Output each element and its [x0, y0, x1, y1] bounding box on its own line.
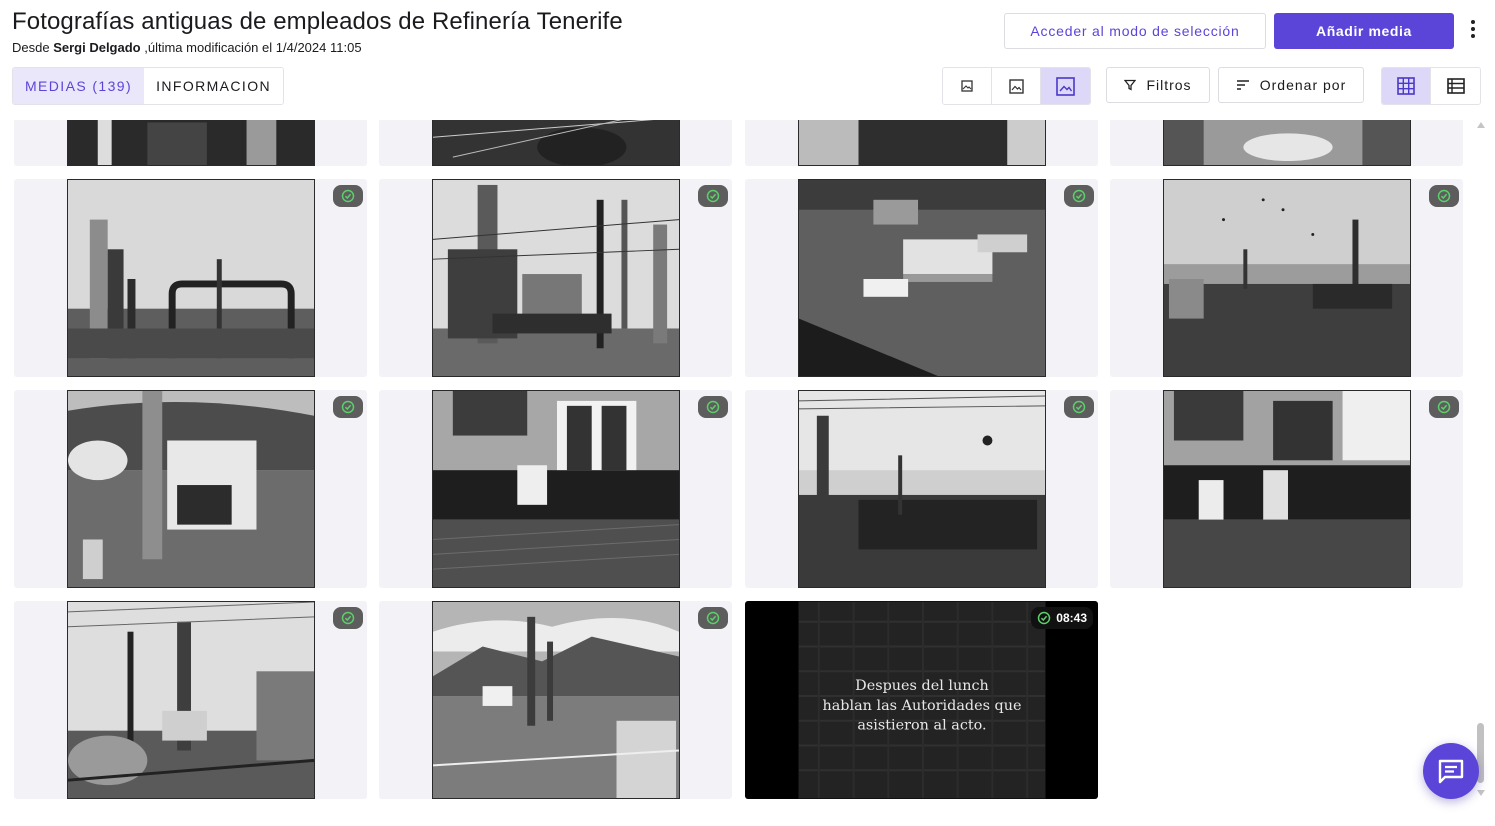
large-image-icon[interactable] — [1041, 68, 1090, 104]
tab-medias[interactable]: MEDIAS (139) — [13, 68, 145, 104]
media-thumbnail[interactable] — [1163, 390, 1411, 588]
check-circle-icon — [1437, 400, 1451, 414]
media-thumbnail[interactable] — [432, 390, 680, 588]
medium-image-icon[interactable] — [992, 68, 1041, 104]
media-collection-page: Fotografías antiguas de empleados de Ref… — [0, 0, 1495, 826]
filters-button[interactable]: Filtros — [1106, 67, 1210, 103]
media-card[interactable] — [14, 179, 367, 377]
media-thumbnail[interactable] — [67, 390, 315, 588]
sort-icon — [1236, 80, 1249, 90]
media-card[interactable] — [379, 390, 732, 588]
media-card[interactable] — [1110, 390, 1463, 588]
list-view-icon[interactable] — [1431, 68, 1480, 104]
grid-view-icon[interactable] — [1382, 68, 1431, 104]
filters-label: Filtros — [1146, 77, 1192, 93]
processed-status-badge — [1064, 396, 1094, 418]
media-thumbnail[interactable] — [798, 120, 1046, 166]
video-duration-badge: 08:43 — [1031, 607, 1093, 629]
processed-status-badge — [1429, 185, 1459, 207]
media-card[interactable] — [379, 179, 732, 377]
add-media-button[interactable]: Añadir media — [1274, 13, 1454, 49]
processed-status-badge — [698, 185, 728, 207]
media-thumbnail[interactable] — [1163, 179, 1411, 377]
filter-icon — [1124, 79, 1137, 91]
check-circle-icon — [341, 400, 355, 414]
check-circle-icon — [341, 189, 355, 203]
sort-label: Ordenar por — [1259, 77, 1347, 93]
modified-date: 1/4/2024 11:05 — [275, 40, 362, 55]
media-thumbnail[interactable] — [67, 601, 315, 799]
media-card[interactable] — [1110, 120, 1463, 166]
video-caption-line: Despues del lunch — [855, 678, 989, 694]
grid-scrollbar[interactable] — [1476, 120, 1486, 800]
check-circle-icon — [1038, 611, 1051, 625]
scroll-down-icon[interactable] — [1477, 790, 1485, 796]
processed-status-badge — [333, 396, 363, 418]
media-card[interactable] — [379, 120, 732, 166]
media-thumbnail[interactable] — [798, 390, 1046, 588]
media-thumbnail[interactable] — [798, 179, 1046, 377]
media-card[interactable] — [14, 120, 367, 166]
page-subtitle: Desde Sergi Delgado ,última modificación… — [12, 40, 362, 55]
media-card[interactable] — [745, 390, 1098, 588]
media-card[interactable] — [379, 601, 732, 799]
check-circle-icon — [706, 400, 720, 414]
media-card[interactable] — [14, 601, 367, 799]
subtitle-prefix: Desde — [12, 40, 50, 55]
processed-status-badge — [1064, 185, 1094, 207]
tab-informacion[interactable]: INFORMACION — [144, 68, 284, 104]
video-caption-line: hablan las Autoridades que — [822, 698, 1021, 714]
processed-status-badge — [333, 185, 363, 207]
media-thumbnail[interactable] — [67, 120, 315, 166]
media-card[interactable] — [745, 179, 1098, 377]
subtitle-middle: ,última modificación el — [144, 40, 273, 55]
chat-icon — [1438, 759, 1464, 784]
selection-mode-button[interactable]: Acceder al modo de selección — [1004, 13, 1266, 49]
media-thumbnail[interactable] — [432, 120, 680, 166]
video-caption-line: asistieron al acto. — [857, 718, 986, 734]
chat-button[interactable] — [1423, 743, 1479, 799]
view-mode-selector — [1381, 67, 1481, 105]
check-circle-icon — [1072, 189, 1086, 203]
media-card[interactable] — [1110, 179, 1463, 377]
check-circle-icon — [706, 611, 720, 625]
processed-status-badge — [1429, 396, 1459, 418]
small-image-icon[interactable] — [943, 68, 992, 104]
media-thumbnail[interactable] — [1163, 120, 1411, 166]
media-card-video[interactable]: Despues del lunch hablan las Autoridades… — [745, 601, 1098, 799]
processed-status-badge — [333, 607, 363, 629]
media-thumbnail[interactable] — [432, 601, 680, 799]
content-tabs: MEDIAS (139) INFORMACION — [12, 67, 285, 105]
video-thumbnail[interactable]: Despues del lunch hablan las Autoridades… — [798, 601, 1046, 799]
author-name[interactable]: Sergi Delgado — [53, 40, 140, 55]
media-thumbnail[interactable] — [67, 179, 315, 377]
check-circle-icon — [706, 189, 720, 203]
media-thumbnail[interactable] — [432, 179, 680, 377]
check-circle-icon — [1437, 189, 1451, 203]
media-card[interactable] — [14, 390, 367, 588]
more-options-icon[interactable] — [1464, 14, 1482, 44]
processed-status-badge — [698, 396, 728, 418]
video-duration: 08:43 — [1056, 611, 1087, 625]
scroll-up-icon[interactable] — [1477, 122, 1485, 128]
check-circle-icon — [1072, 400, 1086, 414]
processed-status-badge — [698, 607, 728, 629]
page-header: Fotografías antiguas de empleados de Ref… — [12, 8, 1482, 58]
thumbnail-size-selector — [942, 67, 1091, 105]
media-grid: Despues del lunch hablan las Autoridades… — [0, 120, 1475, 810]
sort-button[interactable]: Ordenar por — [1218, 67, 1364, 103]
check-circle-icon — [341, 611, 355, 625]
media-card[interactable] — [745, 120, 1098, 166]
